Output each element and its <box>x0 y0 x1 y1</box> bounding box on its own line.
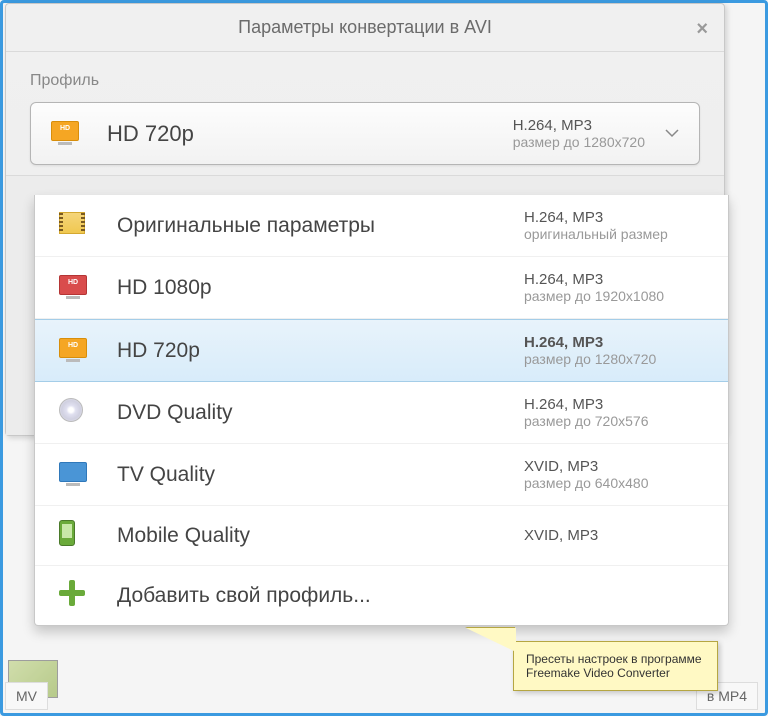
profile-option-original[interactable]: Оригинальные параметры H.264, MP3 оригин… <box>35 195 728 257</box>
plus-icon <box>59 580 95 611</box>
option-name: Mobile Quality <box>117 524 524 548</box>
option-size: размер до 720x576 <box>524 413 704 429</box>
callout-text: Пресеты настроек в программе Freemake Vi… <box>526 652 702 680</box>
monitor-icon <box>59 462 95 487</box>
option-size: оригинальный размер <box>524 226 704 242</box>
callout-tooltip: Пресеты настроек в программе Freemake Vi… <box>513 641 718 691</box>
selected-codecs: H.264, MP3 <box>513 117 645 134</box>
option-codecs: H.264, MP3 <box>524 334 704 351</box>
selected-size: размер до 1280x720 <box>513 134 645 150</box>
dialog-content: Профиль HD HD 720p H.264, MP3 размер до … <box>6 52 724 175</box>
bg-tab-left: MV <box>5 682 48 710</box>
film-icon <box>59 212 95 239</box>
option-name: Оригинальные параметры <box>117 214 524 238</box>
profile-dropdown-selected[interactable]: HD HD 720p H.264, MP3 размер до 1280x720 <box>30 102 700 165</box>
option-size: размер до 640x480 <box>524 475 704 491</box>
option-codecs: H.264, MP3 <box>524 271 704 288</box>
chevron-down-icon <box>665 125 679 143</box>
profile-option-1080p[interactable]: HD HD 1080p H.264, MP3 размер до 1920x10… <box>35 257 728 319</box>
monitor-hd-icon: HD <box>51 121 87 146</box>
add-profile-option[interactable]: Добавить свой профиль... <box>35 566 728 625</box>
profile-option-tv[interactable]: TV Quality XVID, MP3 размер до 640x480 <box>35 444 728 506</box>
selected-profile-name: HD 720p <box>107 121 513 147</box>
option-size: размер до 1920x1080 <box>524 288 704 304</box>
option-name: TV Quality <box>117 463 524 487</box>
monitor-hd-icon: HD <box>59 275 95 300</box>
option-codecs: H.264, MP3 <box>524 209 704 226</box>
dialog-title: Параметры конвертации в AVI <box>238 17 492 38</box>
profile-option-mobile[interactable]: Mobile Quality XVID, MP3 <box>35 506 728 566</box>
profile-label: Профиль <box>30 72 700 90</box>
close-button[interactable]: × <box>696 18 708 41</box>
option-codecs: XVID, MP3 <box>524 458 704 475</box>
disc-icon <box>59 398 95 427</box>
option-codecs: H.264, MP3 <box>524 396 704 413</box>
profile-dropdown-list: Оригинальные параметры H.264, MP3 оригин… <box>34 195 729 626</box>
profile-option-720p[interactable]: HD HD 720p H.264, MP3 размер до 1280x720 <box>35 319 728 382</box>
phone-icon <box>59 520 95 551</box>
option-size: размер до 1280x720 <box>524 351 704 367</box>
option-name: DVD Quality <box>117 401 524 425</box>
option-name: HD 720p <box>117 339 524 363</box>
option-codecs: XVID, MP3 <box>524 527 704 544</box>
profile-option-dvd[interactable]: DVD Quality H.264, MP3 размер до 720x576 <box>35 382 728 444</box>
selected-profile-meta: H.264, MP3 размер до 1280x720 <box>513 117 645 150</box>
title-bar: Параметры конвертации в AVI × <box>6 4 724 52</box>
option-name: HD 1080p <box>117 276 524 300</box>
add-profile-label: Добавить свой профиль... <box>117 584 704 608</box>
monitor-hd-icon: HD <box>59 338 95 363</box>
